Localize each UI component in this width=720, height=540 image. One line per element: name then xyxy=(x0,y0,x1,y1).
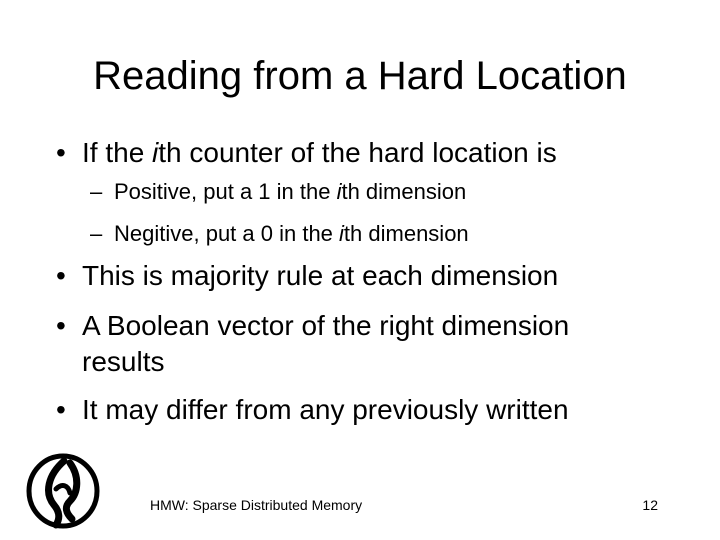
bullet-text-part: If the xyxy=(82,137,153,168)
bullet-marker: • xyxy=(56,137,66,168)
bullet-marker: • xyxy=(56,310,66,341)
sub-bullet-text-part: th dimension xyxy=(341,179,467,204)
sub-bullet-text: Positive, put a 1 in the ith dimension xyxy=(114,178,466,206)
bullet-text: This is majority rule at each dimension xyxy=(82,260,559,291)
sub-bullet-text-part: th dimension xyxy=(343,221,469,246)
bullet-list: • If the ith counter of the hard locatio… xyxy=(0,0,720,540)
sub-bullet-marker: – xyxy=(90,179,103,204)
sub-bullet-text: Negitive, put a 0 in the ith dimension xyxy=(114,220,469,248)
bullet-text-line-2: results xyxy=(82,346,165,377)
sub-bullet-marker: – xyxy=(90,221,103,246)
page-number: 12 xyxy=(642,497,658,513)
spiral-logo-icon xyxy=(26,453,100,529)
sub-bullet-text-part: Positive, put a 1 in the xyxy=(114,179,337,204)
bullet-text-part: th counter of the hard location is xyxy=(158,137,557,168)
bullet-marker: • xyxy=(56,260,66,291)
bullet-text: It may differ from any previously writte… xyxy=(82,394,569,425)
slide: Reading from a Hard Location • If the it… xyxy=(0,0,720,540)
bullet-marker: • xyxy=(56,394,66,425)
bullet-text: If the ith counter of the hard location … xyxy=(82,136,557,170)
sub-bullet-text-part: Negitive, put a 0 in the xyxy=(114,221,340,246)
bullet-text-line-1: A Boolean vector of the right dimension xyxy=(82,310,570,341)
footer-title: HMW: Sparse Distributed Memory xyxy=(150,497,363,513)
